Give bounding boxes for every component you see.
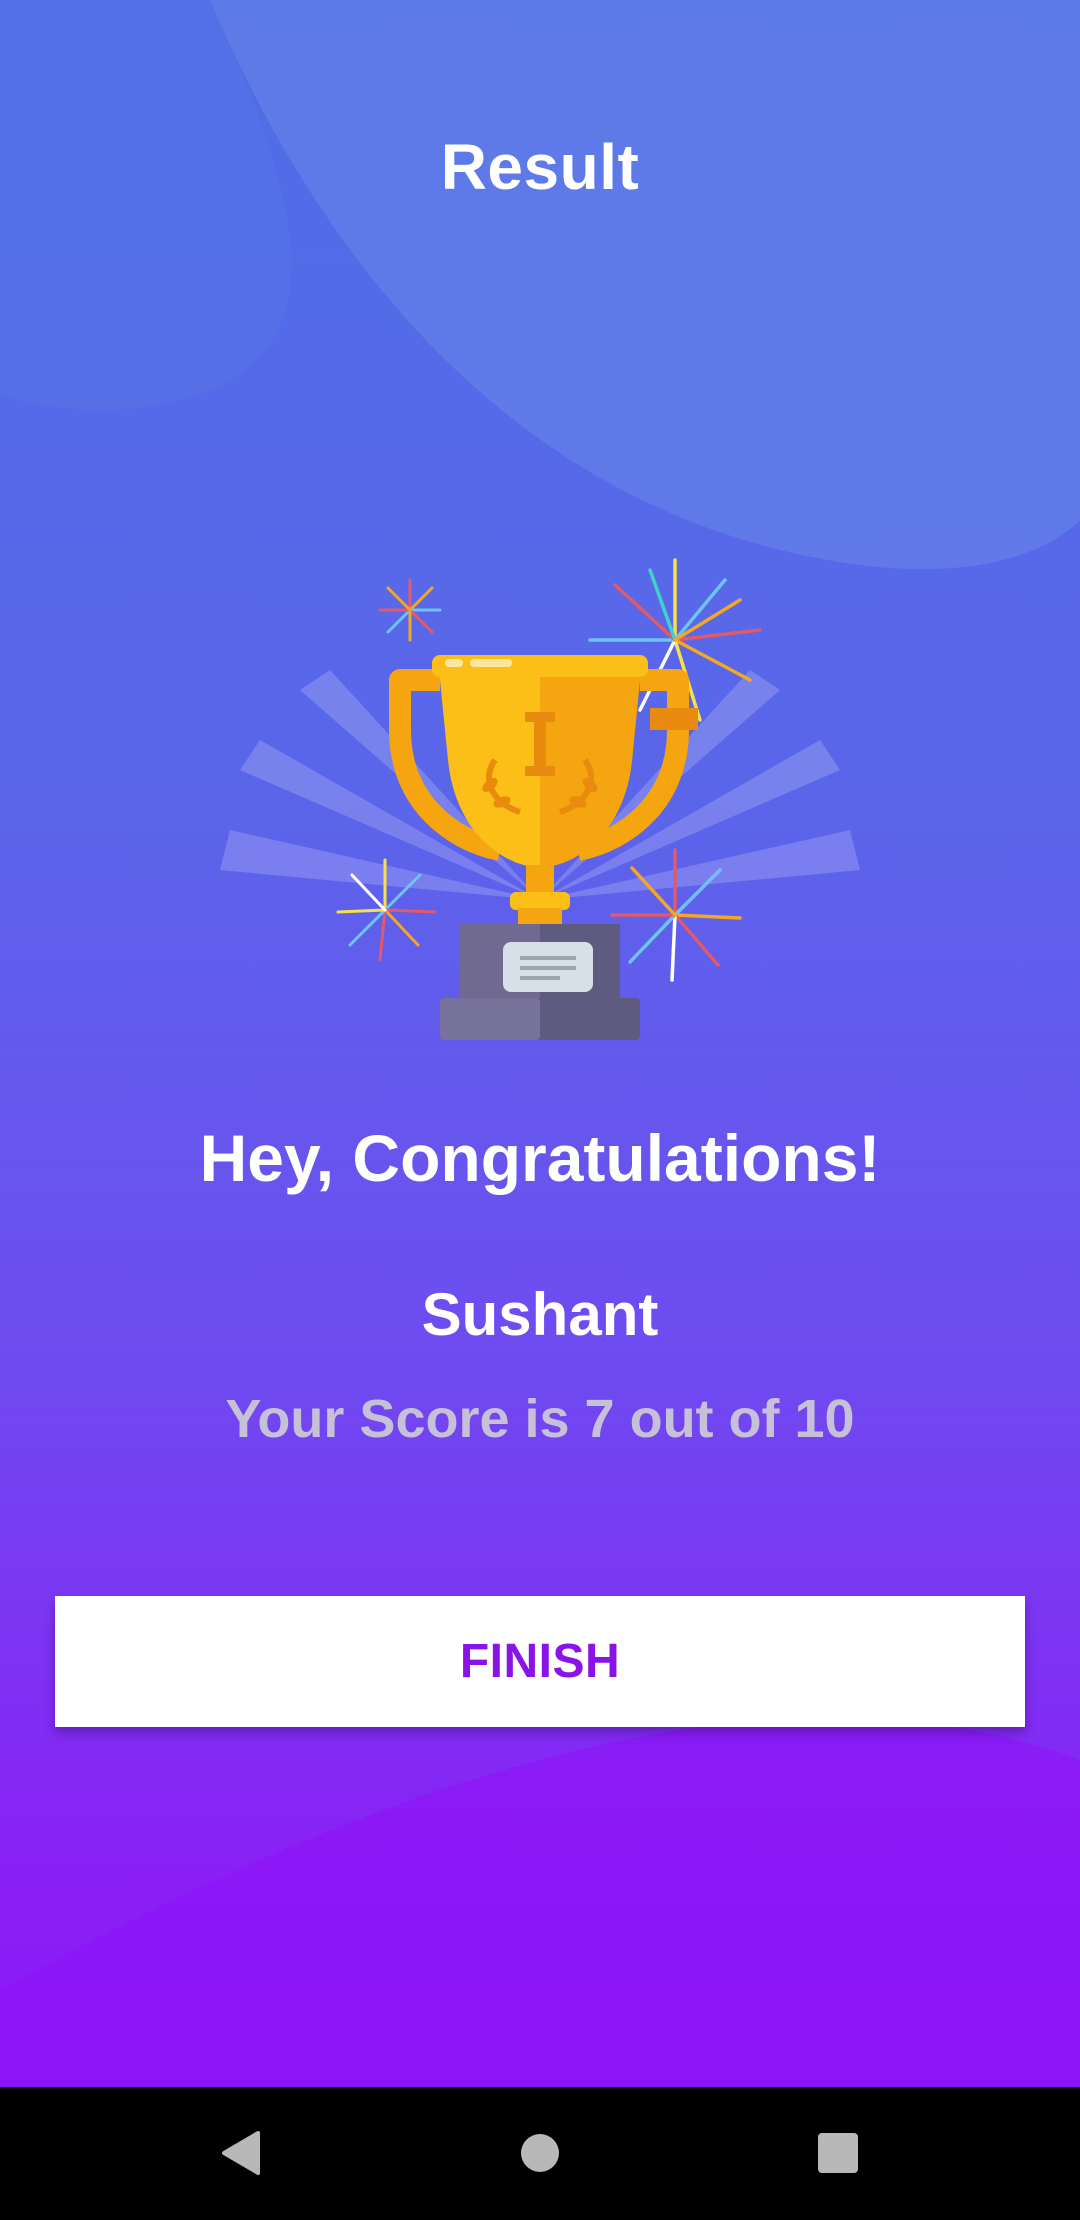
score-text: Your Score is 7 out of 10 <box>225 1389 855 1449</box>
firework-bottom-left <box>336 858 437 962</box>
firework-top-left <box>378 578 442 642</box>
back-triangle-icon[interactable] <box>192 2105 288 2201</box>
system-navigation-bar <box>0 2087 1080 2220</box>
page-title: Result <box>440 131 640 203</box>
recents-square-icon[interactable] <box>790 2105 886 2201</box>
firework-bottom-right <box>610 848 742 982</box>
home-circle-icon[interactable] <box>492 2105 588 2201</box>
finish-button[interactable]: FINISH <box>55 1596 1025 1727</box>
trophy-illustration <box>220 540 860 1060</box>
user-name: Sushant <box>421 1281 659 1348</box>
result-screen: Result Hey, Congratulations! Sushant You… <box>0 0 1080 2220</box>
congratulations-heading: Hey, Congratulations! <box>199 1121 881 1195</box>
